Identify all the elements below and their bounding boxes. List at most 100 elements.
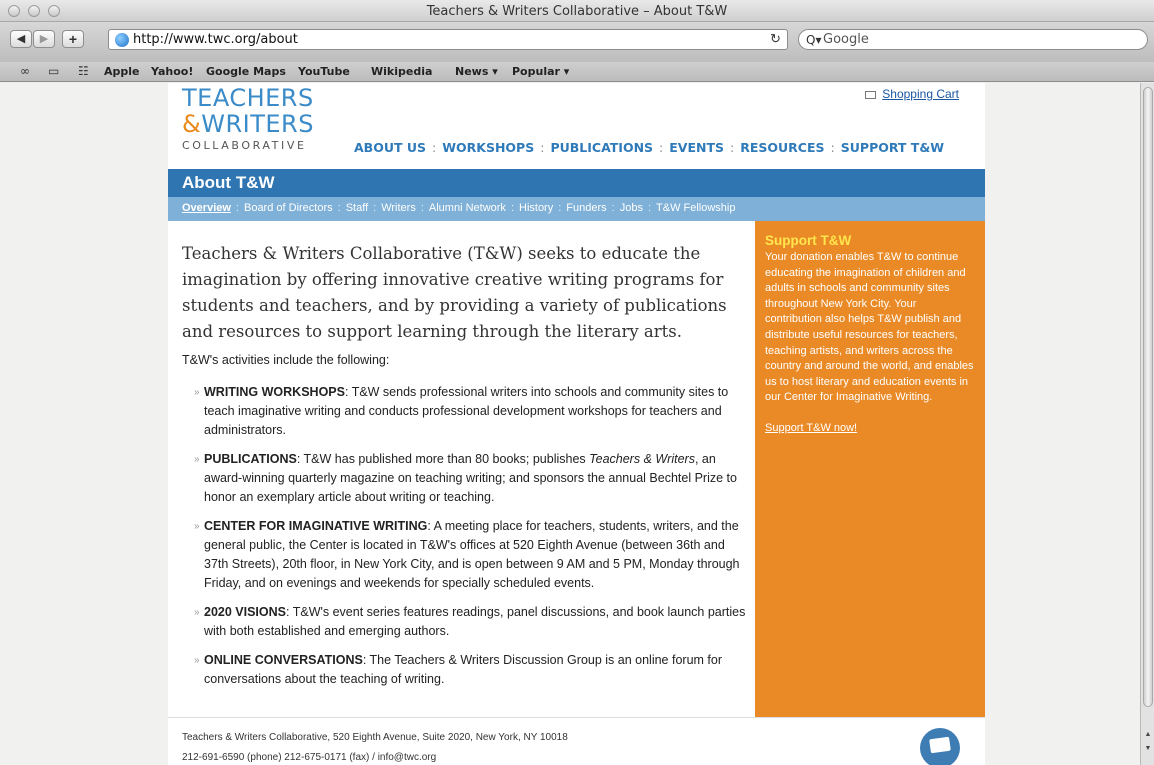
page-footer: Teachers & Writers Collaborative, 520 Ei… — [168, 717, 985, 765]
shopping-cart-link[interactable]: Shopping Cart — [865, 87, 959, 101]
nav-about-us[interactable]: ABOUT US — [354, 140, 426, 155]
bookmark-youtube[interactable]: YouTube — [298, 65, 350, 78]
cart-icon — [865, 90, 877, 99]
item-title: ONLINE CONVERSATIONS — [204, 653, 363, 667]
nav-separator: : — [730, 140, 735, 155]
main-content: Teachers & Writers Collaborative (T&W) s… — [182, 241, 752, 689]
bookmark-news[interactable]: News ▾ — [455, 65, 498, 78]
subnav-alumni[interactable]: Alumni Network — [429, 202, 506, 214]
support-now-link[interactable]: Support T&W now! — [765, 422, 975, 434]
subnav-history[interactable]: History — [519, 202, 553, 214]
sub-nav: Overview: Board of Directors: Staff: Writer… — [168, 197, 985, 221]
subnav-separator: : — [647, 202, 652, 214]
item-title: 2020 VISIONS — [204, 605, 286, 619]
list-item: » ONLINE CONVERSATIONS: The Teachers & W… — [182, 651, 752, 689]
scroll-thumb[interactable] — [1143, 87, 1153, 707]
subnav-funders[interactable]: Funders — [566, 202, 606, 214]
bullet-icon: » — [194, 387, 200, 398]
page-viewport: TEACHERS &WRITERS COLLABORATIVE Shopping… — [0, 83, 1140, 765]
reload-icon[interactable]: ↻ — [770, 31, 781, 47]
page-container: TEACHERS &WRITERS COLLABORATIVE Shopping… — [168, 83, 985, 765]
logo-line-teachers: TEACHERS — [182, 84, 314, 112]
subnav-board[interactable]: Board of Directors — [244, 202, 333, 214]
subnav-separator: : — [337, 202, 341, 214]
vertical-scrollbar[interactable]: ▲ ▼ — [1140, 83, 1154, 765]
subnav-jobs[interactable]: Jobs — [620, 202, 643, 214]
subnav-fellowship[interactable]: T&W Fellowship — [656, 202, 735, 214]
reading-glasses-icon[interactable]: ∞ — [20, 64, 30, 78]
list-item: » PUBLICATIONS: T&W has published more t… — [182, 450, 752, 507]
subnav-overview[interactable]: Overview — [182, 202, 231, 214]
cart-label: Shopping Cart — [882, 87, 959, 101]
nav-separator: : — [830, 140, 835, 155]
nav-resources[interactable]: RESOURCES — [740, 140, 824, 155]
logo-line-writers: &WRITERS — [182, 111, 314, 137]
bullet-icon: » — [194, 655, 200, 666]
footer-logo-icon[interactable] — [920, 728, 960, 765]
search-icon: Q▾ — [806, 33, 822, 47]
globe-icon — [115, 33, 129, 47]
search-input[interactable]: Q▾ Google — [798, 29, 1148, 50]
item-title: PUBLICATIONS — [204, 452, 297, 466]
back-button[interactable]: ◀ — [10, 30, 32, 48]
subnav-separator: : — [420, 202, 424, 214]
forward-button[interactable]: ▶ — [33, 30, 55, 48]
logo-subtitle: COLLABORATIVE — [182, 139, 307, 152]
back-arrow-icon: ◀ — [16, 33, 26, 45]
item-text: : T&W's event series features readings, … — [204, 605, 746, 638]
section-title: About T&W — [182, 173, 275, 192]
item-italic: Teachers & Writers — [589, 452, 695, 466]
book-icon[interactable]: ▭ — [48, 64, 59, 78]
subnav-writers[interactable]: Writers — [381, 202, 416, 214]
lede-paragraph: Teachers & Writers Collaborative (T&W) s… — [182, 244, 727, 341]
nav-support[interactable]: SUPPORT T&W — [841, 140, 944, 155]
item-text: : T&W has published more than 80 books; … — [296, 452, 590, 466]
section-header: About T&W — [168, 169, 985, 197]
nav-publications[interactable]: PUBLICATIONS — [550, 140, 653, 155]
address-bar[interactable]: http://www.twc.org/about — [108, 29, 788, 50]
support-sidebar: Support T&W Your donation enables T&W to… — [755, 221, 985, 717]
main-nav: ABOUT US: WORKSHOPS: PUBLICATIONS: EVENTS: R… — [354, 140, 944, 155]
bookmark-yahoo[interactable]: Yahoo! — [151, 65, 193, 78]
item-title: WRITING WORKSHOPS — [204, 385, 345, 399]
nav-separator: : — [659, 140, 664, 155]
subnav-separator: : — [510, 202, 514, 214]
site-logo[interactable]: TEACHERS &WRITERS COLLABORATIVE — [182, 85, 314, 152]
search-placeholder: Google — [823, 32, 869, 47]
title-bar: Teachers & Writers Collaborative – About… — [0, 0, 1154, 22]
grid-icon[interactable]: ☷ — [78, 64, 89, 78]
bullet-icon: » — [194, 607, 200, 618]
nav-separator: : — [432, 140, 437, 155]
browser-toolbar: ◀ ▶ + http://www.twc.org/about ↻ Q▾ Goog… — [0, 22, 1154, 62]
bookmark-apple[interactable]: Apple — [104, 65, 140, 78]
bookmark-google-maps[interactable]: Google Maps — [206, 65, 286, 78]
forward-arrow-icon: ▶ — [39, 33, 49, 45]
item-title: CENTER FOR IMAGINATIVE WRITING — [204, 519, 428, 533]
subnav-separator: : — [611, 202, 615, 214]
bullet-icon: » — [194, 521, 200, 532]
footer-address: Teachers & Writers Collaborative, 520 Ei… — [182, 732, 568, 743]
add-bookmark-button[interactable]: + — [62, 30, 84, 48]
nav-events[interactable]: EVENTS — [669, 140, 724, 155]
subnav-separator: : — [235, 202, 239, 214]
nav-workshops[interactable]: WORKSHOPS — [442, 140, 534, 155]
list-item: » CENTER FOR IMAGINATIVE WRITING: A meet… — [182, 517, 752, 593]
logo-ampersand: & — [182, 110, 202, 138]
plus-icon: + — [68, 31, 78, 47]
subnav-staff[interactable]: Staff — [346, 202, 368, 214]
scroll-down-icon[interactable]: ▼ — [1143, 745, 1153, 755]
list-item: » WRITING WORKSHOPS: T&W sends professio… — [182, 383, 752, 440]
list-item: » 2020 VISIONS: T&W's event series featu… — [182, 603, 752, 641]
window-title: Teachers & Writers Collaborative – About… — [426, 4, 728, 19]
subnav-separator: : — [558, 202, 562, 214]
bookmark-popular[interactable]: Popular ▾ — [512, 65, 569, 78]
url-text: http://www.twc.org/about — [133, 32, 298, 47]
scroll-up-icon[interactable]: ▲ — [1143, 731, 1153, 741]
bookmarks-bar: ∞ ▭ ☷ Apple Yahoo! Google Maps YouTube W… — [0, 62, 1154, 82]
footer-contact: 212-691-6590 (phone) 212-675-0171 (fax) … — [182, 752, 437, 763]
bookmark-wikipedia[interactable]: Wikipedia — [371, 65, 432, 78]
sidebar-text: Your donation enables T&W to continue ed… — [765, 251, 974, 404]
subnav-separator: : — [373, 202, 377, 214]
sidebar-title: Support T&W — [765, 233, 852, 248]
intro-text: T&W's activities include the following: — [182, 353, 390, 367]
